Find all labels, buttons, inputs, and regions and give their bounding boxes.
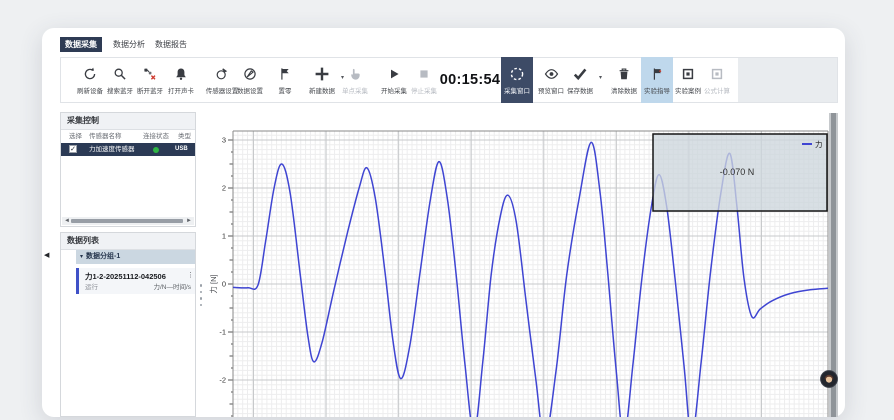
- data-list-item[interactable]: 力1-2-20251112-042506 ⋮ 运行 力/N—时间/s: [76, 268, 195, 294]
- refresh-icon: [83, 66, 97, 83]
- save-data-label: 保存数据: [567, 85, 593, 95]
- search-icon: [113, 66, 127, 83]
- dashed-circle-icon: [509, 66, 525, 83]
- formula-calc-button: 公式计算: [699, 57, 735, 103]
- tab-data-collection[interactable]: 数据采集: [60, 37, 102, 52]
- save-data-button[interactable]: 保存数据▾: [562, 57, 598, 103]
- refresh-device-label: 刷新设备: [77, 85, 103, 95]
- data-list-title: 数据列表: [61, 233, 195, 250]
- single-point-button: 单点采集: [337, 57, 373, 103]
- col-sensor-name: 传感器名称: [89, 130, 122, 143]
- formula-icon: [710, 66, 724, 83]
- kebab-menu-icon[interactable]: ⋮: [187, 271, 194, 279]
- toolbar-filler: [738, 58, 837, 102]
- y-tick-label: 1: [222, 232, 226, 241]
- cursor-value-annotation: -0.070 N: [720, 167, 755, 177]
- status-dot: [153, 147, 159, 153]
- eye-icon: [544, 66, 559, 83]
- disconnect-bluetooth-label: 断开蓝牙: [137, 85, 163, 95]
- col-select: 选择: [69, 130, 82, 143]
- chevron-down-icon: ▾: [76, 254, 86, 260]
- data-item-status: 运行: [85, 281, 98, 291]
- sensor-table: 选择 传感器名称 连接状态 类型 ✓ 力加速度传感器 USB: [61, 130, 195, 156]
- trash-icon: [617, 66, 631, 83]
- collection-timer: 00:15:54: [440, 57, 500, 103]
- stop-icon: [417, 66, 431, 83]
- guide-icon: [650, 66, 664, 83]
- sensor-name: 力加速度传感器: [89, 143, 135, 156]
- scroll-left-icon[interactable]: ◄: [64, 217, 70, 225]
- data-list-panel: 数据列表 ▾数据分组-1 力1-2-20251112-042506 ⋮ 运行 力…: [60, 232, 196, 417]
- scroll-right-icon[interactable]: ►: [186, 217, 192, 225]
- clear-data-label: 清除数据: [611, 85, 637, 95]
- clear-data-button[interactable]: 清除数据: [606, 57, 642, 103]
- sidebar-collapse-arrow[interactable]: ◀: [44, 251, 49, 259]
- data-group-header[interactable]: ▾数据分组-1: [76, 250, 195, 264]
- y-tick-label: -2: [219, 376, 226, 385]
- collect-window-label: 采集窗口: [504, 85, 530, 95]
- col-type: 类型: [178, 130, 191, 143]
- sensor-settings-icon: [215, 66, 229, 83]
- y-tick-label: -1: [219, 328, 226, 337]
- data-settings-label: 数据设置: [237, 85, 263, 95]
- screenshot-root: { "colors":{"navy":"#2e3b54","primary_bu…: [0, 0, 894, 420]
- assistant-avatar-button[interactable]: [820, 370, 838, 388]
- formula-calc-label: 公式计算: [704, 85, 730, 95]
- y-axis-title: 力 [N]: [208, 274, 218, 293]
- hand-icon: [348, 66, 362, 83]
- experiment-guide-button[interactable]: 实验指导: [641, 57, 673, 103]
- new-data-button[interactable]: 新建数据▾: [304, 57, 340, 103]
- set-zero-button[interactable]: 置零: [267, 57, 303, 103]
- flag-icon: [278, 66, 292, 83]
- sensor-table-hscrollbar[interactable]: ◄ ►: [62, 217, 194, 225]
- person-avatar-icon: [820, 370, 838, 388]
- sensor-row[interactable]: ✓ 力加速度传感器 USB: [61, 143, 195, 156]
- start-collect-label: 开始采集: [381, 85, 407, 95]
- chart-plot: 3 2 1 0 -1 -2 力 [N] -0.070 N 力: [208, 103, 838, 417]
- bell-icon: [174, 66, 188, 83]
- experiment-case-label: 实验案例: [675, 85, 701, 95]
- data-item-axes: 力/N—时间/s: [153, 281, 191, 291]
- y-tick-label: 2: [222, 184, 226, 193]
- y-tick-label: 0: [222, 280, 226, 289]
- splitter-handle[interactable]: [198, 284, 204, 306]
- data-group-label: 数据分组-1: [86, 253, 120, 260]
- tab-data-report[interactable]: 数据报告: [150, 37, 192, 52]
- collection-control-panel: 采集控制 选择 传感器名称 连接状态 类型 ✓ 力加速度传感器 USB ◄ ►: [60, 112, 196, 227]
- single-point-label: 单点采集: [342, 85, 368, 95]
- collect-window-button[interactable]: 采集窗口: [501, 57, 533, 103]
- col-status: 连接状态: [143, 130, 169, 143]
- data-settings-button[interactable]: 数据设置: [232, 57, 268, 103]
- bluetooth-disconnect-icon: [143, 66, 157, 83]
- open-soundcard-button[interactable]: 打开声卡: [163, 57, 199, 103]
- check-icon: [573, 66, 587, 83]
- stop-collect-label: 停止采集: [411, 85, 437, 95]
- collection-control-title: 采集控制: [61, 113, 195, 130]
- case-icon: [681, 66, 695, 83]
- set-zero-label: 置零: [279, 85, 292, 95]
- preview-window-label: 预览窗口: [538, 85, 564, 95]
- y-tick-label: 3: [222, 136, 226, 145]
- data-settings-icon: [243, 66, 257, 83]
- tab-data-analysis[interactable]: 数据分析: [108, 37, 150, 52]
- experiment-guide-label: 实验指导: [644, 85, 670, 95]
- new-data-label: 新建数据: [309, 85, 335, 95]
- plus-icon: [314, 66, 330, 83]
- dropdown-caret-icon[interactable]: ▾: [599, 74, 602, 81]
- search-bluetooth-label: 搜索蓝牙: [107, 85, 133, 95]
- legend-label: 力: [815, 139, 823, 149]
- sensor-checkbox[interactable]: ✓: [69, 145, 77, 153]
- stop-collect-button: 停止采集: [406, 57, 442, 103]
- play-icon: [387, 66, 401, 83]
- hscrollbar-thumb[interactable]: [71, 219, 183, 223]
- open-soundcard-label: 打开声卡: [168, 85, 194, 95]
- sensor-type: USB: [175, 143, 188, 156]
